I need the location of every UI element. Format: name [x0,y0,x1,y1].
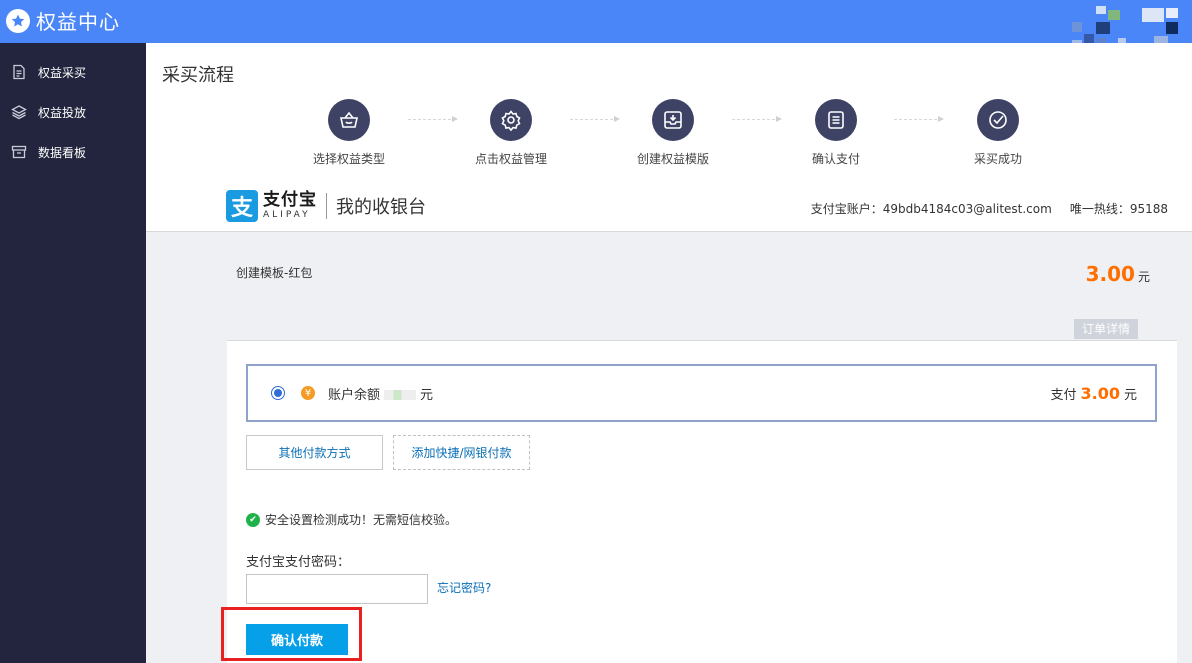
account-label: 支付宝账户：49bdb4184c03@alitest.com [810,202,1052,216]
order-detail-tab[interactable]: 订单详情 [1074,319,1138,339]
step-arrow [570,116,620,122]
inbox-download-icon [652,99,694,141]
basket-icon [328,99,370,141]
sidebar-item-purchase[interactable]: 权益采买 [0,52,146,92]
step-label: 创建权益模版 [636,152,709,166]
sidebar-item-label: 权益采买 [38,65,87,80]
brand[interactable]: 权益中心 [6,6,120,35]
step-label: 确认支付 [811,152,860,166]
balance-radio[interactable] [271,386,285,400]
main-content: 采买流程 选择权益类型 点击权益管理 创建权益模版 确认支付 采买成功 支 支付… [146,43,1192,663]
password-input[interactable] [246,574,428,604]
step-label: 采买成功 [973,152,1022,166]
pay-prefix: 支付 [1050,387,1077,403]
balance-payment-option[interactable]: ¥ 账户余额元 支付 3.00 元 [246,364,1157,422]
cashier-title: 我的收银台 [336,197,426,218]
top-bar: 权益中心 [0,0,1192,48]
security-text: 安全设置检测成功！无需短信校验。 [265,513,458,527]
balance-unit: 元 [420,387,434,403]
document-icon [10,63,28,81]
list-document-icon [815,99,857,141]
alipay-logo-cn: 支付宝 [263,190,317,210]
security-message: ✔ 安全设置检测成功！无需短信校验。 [246,511,457,528]
order-currency: 元 [1137,270,1150,284]
step-select-type: 选择权益类型 [294,99,404,167]
sidebar-item-label: 权益投放 [38,105,87,120]
balance-label: 账户余额 元 [328,384,433,403]
step-confirm-payment: 确认支付 [781,99,891,167]
balance-blurred-value [384,390,417,400]
step-label: 点击权益管理 [474,152,547,166]
checkout-area: 创建模板-红包 3.00 元 订单详情 ¥ 账户余额元 支付 3.00 元 其他付款方… [146,232,1192,663]
yuan-coin-icon: ¥ [301,386,315,400]
step-manage: 点击权益管理 [456,99,566,167]
step-success: 采买成功 [943,99,1053,167]
sidebar-item-dashboard[interactable]: 数据看板 [0,132,146,172]
pay-amount-value: 3.00 [1080,383,1120,403]
layers-icon [10,103,28,121]
step-arrow [894,116,944,122]
step-arrow [732,116,782,122]
pay-amount: 支付 3.00 元 [1050,384,1137,403]
pay-unit: 元 [1123,387,1137,403]
step-label: 选择权益类型 [312,152,385,166]
payment-panel: ¥ 账户余额元 支付 3.00 元 其他付款方式 添加快捷/网银付款 ✔ 安全设置检… [221,340,1177,663]
archive-box-icon [10,143,28,161]
step-arrow [408,116,458,122]
alipay-logo[interactable]: 支 支付宝 ALIPAY 我的收银台 [226,190,426,222]
balance-label-text: 账户余额 [328,387,381,403]
order-name: 创建模板-红包 [236,266,313,280]
alipay-logo-en: ALIPAY [263,210,311,220]
alipay-header: 支 支付宝 ALIPAY 我的收银台 支付宝账户：49bdb4184c03@al… [146,184,1192,232]
gear-icon [490,99,532,141]
check-circle-icon [977,99,1019,141]
logo-divider [326,193,327,219]
order-amount-value: 3.00 [1085,262,1135,286]
add-card-button[interactable]: 添加快捷/网银付款 [393,435,530,470]
confirm-payment-button[interactable]: 确认付款 [246,624,348,655]
alipay-mark-icon: 支 [226,190,258,222]
sidebar: 权益采买 权益投放 数据看板 [0,43,146,663]
check-icon: ✔ [246,512,260,527]
sidebar-item-distribution[interactable]: 权益投放 [0,92,146,132]
password-label: 支付宝支付密码： [246,555,351,570]
step-create-template: 创建权益模版 [618,99,728,167]
forgot-password-link[interactable]: 忘记密码? [437,579,491,596]
hotline-label: 唯一热线：95188 [1069,202,1168,216]
sidebar-item-label: 数据看板 [38,145,87,160]
other-methods-button[interactable]: 其他付款方式 [246,435,383,470]
star-logo-icon [6,8,30,33]
page-title: 采买流程 [162,65,234,86]
account-info: 支付宝账户：49bdb4184c03@alitest.com 唯一热线：95188 [793,200,1168,217]
app-title: 权益中心 [36,10,120,34]
order-amount: 3.00 元 [1086,262,1150,286]
